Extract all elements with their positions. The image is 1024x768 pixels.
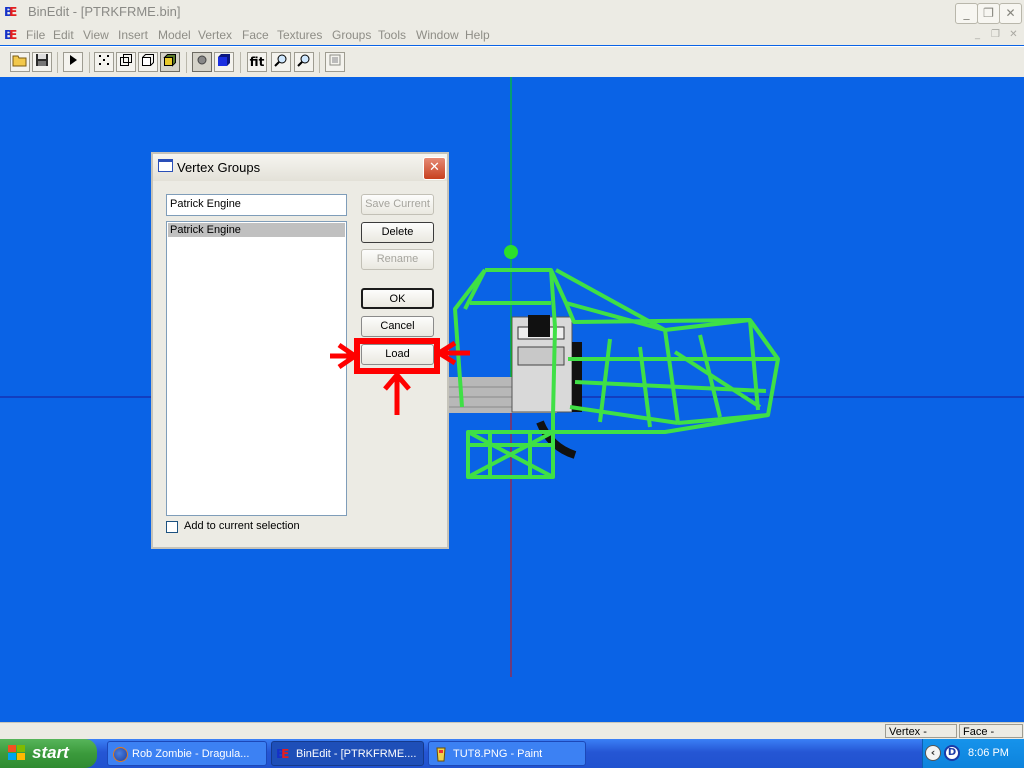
zoom-out-icon[interactable] (294, 52, 314, 72)
dialog-title: Vertex Groups (177, 160, 261, 175)
ok-button[interactable]: OK (361, 288, 434, 309)
clock: 8:06 PM (968, 747, 1009, 759)
play-icon[interactable] (63, 52, 83, 72)
start-label: start (32, 743, 69, 762)
group-name-input[interactable]: Patrick Engine (166, 194, 347, 216)
mdi-close-button[interactable]: ✕ (1006, 28, 1021, 41)
taskbar-item-paint[interactable]: TUT8.PNG - Paint (428, 741, 586, 766)
taskbar-item-label: BinEdit - [PTRKFRME.... (296, 748, 417, 760)
taskbar-item-label: Rob Zombie - Dragula... (132, 748, 250, 760)
paint-icon (434, 747, 448, 762)
mdi-minimize-button[interactable]: _ (970, 28, 985, 41)
menu-insert[interactable]: Insert (118, 28, 148, 42)
toolbar-separator (240, 52, 241, 73)
open-folder-icon[interactable] (10, 52, 30, 72)
system-tray: ‹ D 8:06 PM (922, 739, 1024, 768)
tutorial-highlight-arrows (330, 338, 470, 415)
menu-view[interactable]: View (83, 28, 109, 42)
menu-vertex[interactable]: Vertex (198, 28, 232, 42)
close-button[interactable]: ✕ (999, 3, 1022, 24)
taskbar-item-label: TUT8.PNG - Paint (453, 748, 543, 760)
add-to-selection-checkbox[interactable] (166, 521, 178, 533)
status-bar: Vertex - None Face - None (0, 722, 1024, 752)
window-title: BinEdit - [PTRKFRME.bin] (28, 4, 181, 19)
menu-bar: BE File Edit View Insert Model Vertex Fa… (0, 25, 1024, 45)
binedit-logo-icon[interactable]: BE (4, 4, 22, 20)
face-cube-icon[interactable] (138, 52, 158, 72)
zoom-in-icon[interactable] (271, 52, 291, 72)
menu-file[interactable]: File (26, 28, 45, 42)
checkbox-label: Add to current selection (184, 520, 300, 532)
menu-face[interactable]: Face (242, 28, 269, 42)
minimize-button[interactable]: _ (955, 3, 978, 24)
taskbar-item-firefox[interactable]: Rob Zombie - Dragula... (107, 741, 267, 766)
texture-view-icon[interactable] (325, 52, 345, 72)
shaded-cube-icon[interactable] (214, 52, 234, 72)
save-disk-icon[interactable] (32, 52, 52, 72)
list-item[interactable]: Patrick Engine (168, 223, 345, 237)
binedit-icon: BE (276, 747, 290, 761)
save-current-button[interactable]: Save Current (361, 194, 434, 215)
toolbar-separator (186, 52, 187, 73)
menu-edit[interactable]: Edit (53, 28, 74, 42)
gear-render-icon[interactable] (192, 52, 212, 72)
face-status: Face - None (959, 724, 1023, 752)
tray-expand-icon[interactable]: ‹ (925, 745, 941, 761)
solid-cube-icon[interactable] (160, 52, 180, 72)
menu-model[interactable]: Model (158, 28, 191, 42)
cancel-button[interactable]: Cancel (361, 316, 434, 337)
tray-app-icon[interactable]: D (944, 745, 960, 761)
toolbar-separator (89, 52, 90, 73)
windows-logo-icon (8, 745, 25, 760)
menu-tools[interactable]: Tools (378, 28, 406, 42)
toolbar-separator (57, 52, 58, 73)
window-icon (158, 159, 173, 172)
mdi-restore-button[interactable]: ❐ (988, 28, 1003, 41)
menu-groups[interactable]: Groups (332, 28, 371, 42)
menu-textures[interactable]: Textures (277, 28, 322, 42)
vertex-mode-icon[interactable] (94, 52, 114, 72)
group-list[interactable]: Patrick Engine (166, 221, 347, 516)
toolbar-separator (319, 52, 320, 73)
taskbar: start Rob Zombie - Dragula... BE BinEdit… (0, 739, 1024, 768)
taskbar-item-binedit[interactable]: BE BinEdit - [PTRKFRME.... (271, 741, 424, 766)
title-bar: BE BinEdit - [PTRKFRME.bin] _ ❐ ✕ (0, 0, 1024, 26)
dialog-title-bar: Vertex Groups ✕ (153, 154, 447, 181)
vertex-status: Vertex - None (885, 724, 957, 752)
wireframe-cube-icon[interactable] (116, 52, 136, 72)
document-logo-icon[interactable]: BE (4, 27, 22, 43)
menu-help[interactable]: Help (465, 28, 490, 42)
rename-button[interactable]: Rename (361, 249, 434, 270)
fit-button[interactable]: fit (247, 52, 267, 72)
start-button[interactable]: start (0, 739, 97, 768)
close-icon[interactable]: ✕ (423, 157, 446, 180)
delete-button[interactable]: Delete (361, 222, 434, 243)
toolbar: fit (0, 46, 1024, 79)
firefox-icon (113, 747, 128, 762)
menu-window[interactable]: Window (416, 28, 459, 42)
restore-button[interactable]: ❐ (977, 3, 1000, 24)
